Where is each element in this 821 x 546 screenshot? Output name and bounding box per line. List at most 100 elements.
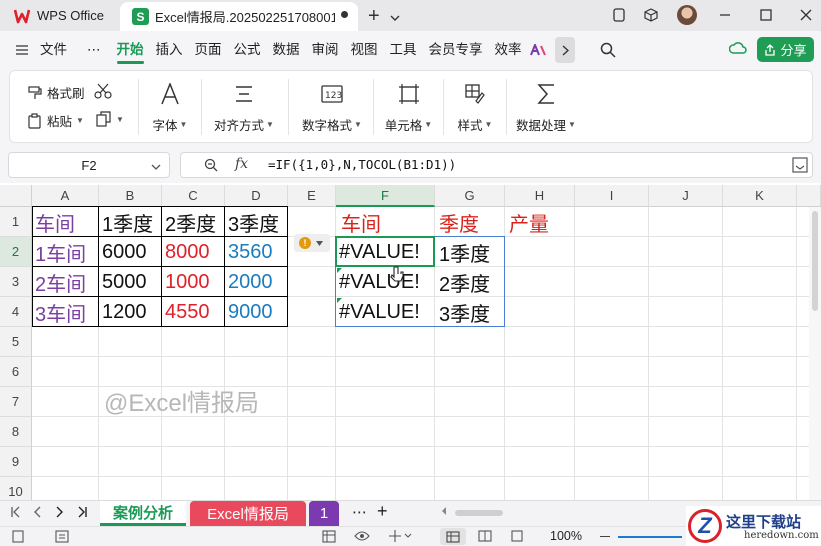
tab-home[interactable]: 开始 (111, 31, 150, 69)
col-header-d[interactable]: D (225, 185, 288, 207)
new-tab-button[interactable]: + (368, 5, 380, 28)
cell-select-icon[interactable] (388, 529, 412, 546)
page-break-icon[interactable] (510, 530, 524, 545)
row-header-9[interactable]: 9 (0, 447, 32, 477)
cell-d3[interactable]: 2000 (225, 267, 273, 297)
menu-more[interactable]: ⋯ (81, 31, 107, 69)
first-sheet-icon[interactable] (10, 506, 20, 521)
paste-button[interactable]: 粘贴 ▼ (27, 111, 84, 130)
col-header-g[interactable]: G (435, 185, 505, 207)
document-tab[interactable]: S Excel情报局.2025022517080013 (120, 2, 358, 31)
cell-f1[interactable]: 车间 (338, 207, 381, 237)
font-button[interactable]: 字体 ▼ (150, 79, 190, 134)
cell-a4[interactable]: 3车间 (32, 297, 86, 327)
row-header-7[interactable]: 7 (0, 387, 32, 417)
ribbon-scroll-chevron-icon[interactable] (555, 37, 575, 63)
eye-protect-icon[interactable] (354, 530, 370, 545)
cell-f4[interactable]: #VALUE! (336, 297, 420, 327)
row-header-10[interactable]: 10 (0, 477, 32, 500)
paste-dropdown-icon[interactable]: ▼ (76, 116, 84, 125)
col-header-c[interactable]: C (162, 185, 225, 207)
col-header-i[interactable]: I (575, 185, 649, 207)
tab-list-chevron-icon[interactable] (390, 10, 400, 25)
wps-home-tab[interactable]: WPS Office (0, 0, 118, 31)
zoom-level[interactable]: 100% (550, 529, 582, 543)
maximize-icon[interactable] (757, 6, 775, 24)
row-header-5[interactable]: 5 (0, 327, 32, 357)
normal-view-icon[interactable] (440, 528, 466, 545)
col-header-e[interactable]: E (288, 185, 336, 207)
cell-b3[interactable]: 5000 (99, 267, 147, 297)
cell-g1[interactable]: 季度 (436, 207, 479, 237)
cell-h1[interactable]: 产量 (506, 207, 549, 237)
copy-button[interactable]: ▼ (96, 111, 124, 127)
sheet-tab-excel[interactable]: Excel情报局 (190, 501, 306, 526)
style-button[interactable]: 样式 ▼ (451, 79, 499, 134)
cell-c4[interactable]: 4550 (162, 297, 210, 327)
last-sheet-icon[interactable] (78, 506, 88, 521)
cell-d4[interactable]: 9000 (225, 297, 273, 327)
cell-d2[interactable]: 3560 (225, 237, 273, 267)
col-header-a[interactable]: A (32, 185, 99, 207)
close-icon[interactable] (797, 6, 815, 24)
horizontal-scroll-thumb[interactable] (455, 510, 503, 516)
formula-text[interactable]: =IF({1,0},N,TOCOL(B1:D1)) (268, 157, 456, 172)
formula-input[interactable]: fx =IF({1,0},N,TOCOL(B1:D1)) (180, 152, 813, 178)
cut-button[interactable] (94, 83, 112, 99)
cell-b4[interactable]: 1200 (99, 297, 147, 327)
minimize-icon[interactable] (716, 6, 734, 24)
error-indicator-button[interactable]: ! (294, 234, 330, 252)
row-header-2[interactable]: 2 (0, 237, 32, 267)
next-sheet-icon[interactable] (56, 506, 64, 521)
col-header-f[interactable]: F (336, 185, 435, 207)
menu-file[interactable]: 文件 (34, 31, 73, 69)
cell-c1[interactable]: 2季度 (162, 207, 216, 237)
cell-a1[interactable]: 车间 (32, 207, 75, 237)
sheet-tab-1[interactable]: 1 (309, 501, 339, 526)
tab-formula[interactable]: 公式 (228, 31, 267, 69)
tab-view[interactable]: 视图 (345, 31, 384, 69)
cell-f3[interactable]: #VALUE! (336, 267, 420, 297)
name-box[interactable]: F2 (8, 152, 170, 178)
status-layout-icon[interactable] (12, 530, 24, 546)
cell-a3[interactable]: 2车间 (32, 267, 86, 297)
copy-dropdown-icon[interactable]: ▼ (116, 115, 124, 124)
cell-c2[interactable]: 8000 (162, 237, 210, 267)
cell-d1[interactable]: 3季度 (225, 207, 279, 237)
cell-b2[interactable]: 6000 (99, 237, 147, 267)
user-avatar[interactable] (677, 5, 697, 25)
row-header-6[interactable]: 6 (0, 357, 32, 387)
sheet-tab-case[interactable]: 案例分析 (100, 501, 186, 526)
vertical-scrollbar[interactable] (809, 207, 821, 500)
expand-formula-icon[interactable] (792, 157, 808, 176)
prev-sheet-icon[interactable] (33, 506, 41, 521)
col-header-h[interactable]: H (505, 185, 575, 207)
tab-member[interactable]: 会员专享 (423, 31, 489, 69)
hamburger-icon[interactable] (10, 45, 34, 55)
col-header-k[interactable]: K (723, 185, 797, 207)
macro-icon[interactable] (55, 530, 69, 546)
row-header-8[interactable]: 8 (0, 417, 32, 447)
protect-icon[interactable] (322, 529, 336, 546)
cloud-sync-icon[interactable] (728, 41, 747, 60)
window-restore-icon[interactable] (610, 6, 628, 24)
name-box-chevron-icon[interactable] (151, 159, 161, 174)
vertical-scroll-thumb[interactable] (812, 211, 818, 311)
tab-review[interactable]: 审阅 (306, 31, 345, 69)
cube-icon[interactable] (642, 6, 660, 24)
cell-c3[interactable]: 1000 (162, 267, 210, 297)
cell-a2[interactable]: 1车间 (32, 237, 86, 267)
scroll-left-icon[interactable] (440, 505, 448, 520)
more-sheets-button[interactable]: ⋯ (352, 503, 367, 521)
tab-insert[interactable]: 插入 (150, 31, 189, 69)
row-header-4[interactable]: 4 (0, 297, 32, 327)
fx-icon[interactable]: fx (235, 156, 248, 172)
ai-icon[interactable] (529, 44, 546, 56)
zoom-slider[interactable] (618, 536, 682, 538)
number-format-button[interactable]: 123 数字格式 ▼ (296, 79, 368, 134)
tab-page[interactable]: 页面 (189, 31, 228, 69)
search-icon[interactable] (600, 42, 616, 61)
page-layout-icon[interactable] (478, 530, 492, 545)
tab-data[interactable]: 数据 (267, 31, 306, 69)
data-process-button[interactable]: 数据处理 ▼ (515, 79, 577, 134)
